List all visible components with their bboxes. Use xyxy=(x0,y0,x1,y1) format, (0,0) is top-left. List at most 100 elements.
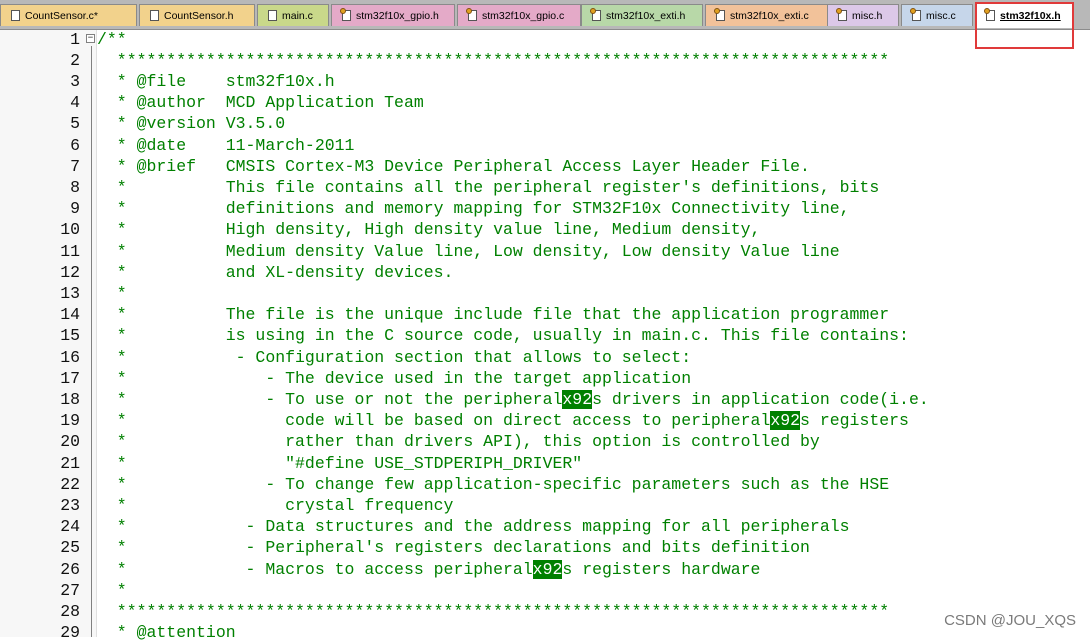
comment-text: * @author MCD Application Team xyxy=(97,93,424,113)
code-line: 5 * @version V3.5.0 xyxy=(0,113,1090,134)
code-line: 24 * - Data structures and the address m… xyxy=(0,516,1090,537)
code-text: * xyxy=(97,580,127,601)
search-match-highlight: x92 xyxy=(770,411,801,431)
tab-countsensor-c[interactable]: CountSensor.c* xyxy=(0,4,137,26)
code-text: /** xyxy=(97,29,127,50)
tab-label: stm32f10x.h xyxy=(1000,9,1061,22)
comment-text: * code will be based on direct access to… xyxy=(97,411,771,431)
code-line: 27 * xyxy=(0,580,1090,601)
file-gear-icon xyxy=(466,8,477,21)
code-text: * - Macros to access peripheralx92s regi… xyxy=(97,559,760,580)
tab-main-c[interactable]: main.c xyxy=(257,4,329,26)
code-text: * - Data structures and the address mapp… xyxy=(97,516,850,537)
file-gear-icon xyxy=(340,8,351,21)
tab-label: stm32f10x_exti.h xyxy=(606,9,686,22)
comment-text: * - Configuration section that allows to… xyxy=(97,347,692,367)
comment-text: * "#define USE_STDPERIPH_DRIVER" xyxy=(97,453,583,473)
code-line: 8 * This file contains all the periphera… xyxy=(0,177,1090,198)
line-number: 19 xyxy=(60,411,80,431)
tab-label: misc.c xyxy=(926,9,956,22)
code-line: 1 /** xyxy=(0,29,1090,50)
code-line: 17 * - The device used in the target app… xyxy=(0,368,1090,389)
code-line: 14 * The file is the unique include file… xyxy=(0,304,1090,325)
file-icon xyxy=(150,10,159,21)
tab-misc-h[interactable]: misc.h xyxy=(827,4,899,26)
line-number: 26 xyxy=(60,559,80,579)
line-number: 17 xyxy=(60,368,80,388)
code-text: * and XL-density devices. xyxy=(97,262,454,283)
line-number: 9 xyxy=(70,199,80,219)
line-number: 29 xyxy=(60,623,80,643)
code-line: 16 * - Configuration section that allows… xyxy=(0,347,1090,368)
code-line: 28 *************************************… xyxy=(0,601,1090,622)
comment-text: * crystal frequency xyxy=(97,495,454,515)
tab-countsensor-h[interactable]: CountSensor.h xyxy=(139,4,255,26)
file-gear-icon xyxy=(836,8,847,21)
line-number: 16 xyxy=(60,347,80,367)
code-line: 25 * - Peripheral's registers declaratio… xyxy=(0,537,1090,558)
code-text: * @author MCD Application Team xyxy=(97,92,424,113)
comment-text: * Medium density Value line, Low density… xyxy=(97,241,840,261)
comment-text: s registers xyxy=(800,411,909,431)
file-gear-icon xyxy=(714,8,725,21)
code-line: 4 * @author MCD Application Team xyxy=(0,92,1090,113)
line-number: 21 xyxy=(60,453,80,473)
tab-stm32f10x-h[interactable]: stm32f10x.h xyxy=(975,2,1074,28)
line-number: 28 xyxy=(60,601,80,621)
comment-text: * xyxy=(97,283,127,303)
line-number: 10 xyxy=(60,220,80,240)
code-line: 9 * definitions and memory mapping for S… xyxy=(0,198,1090,219)
comment-text: * @version V3.5.0 xyxy=(97,114,286,134)
comment-text: * definitions and memory mapping for STM… xyxy=(97,199,850,219)
comment-text: * - Macros to access peripheral xyxy=(97,559,533,579)
code-text: * is using in the C source code, usually… xyxy=(97,325,909,346)
code-text: * Medium density Value line, Low density… xyxy=(97,241,840,262)
code-text: * - The device used in the target applic… xyxy=(97,368,691,389)
file-gear-icon xyxy=(984,8,995,21)
line-number: 24 xyxy=(60,517,80,537)
comment-text: * - To change few application-specific p… xyxy=(97,474,890,494)
line-number: 1 xyxy=(70,29,80,49)
code-line: 12 * and XL-density devices. xyxy=(0,262,1090,283)
comment-text: * and XL-density devices. xyxy=(97,262,454,282)
comment-text: /** xyxy=(97,29,127,49)
comment-text: * @attention xyxy=(97,623,236,643)
code-text: * xyxy=(97,283,127,304)
search-match-highlight: x92 xyxy=(532,559,563,579)
code-text: * crystal frequency xyxy=(97,495,454,516)
code-text: * - Configuration section that allows to… xyxy=(97,347,691,368)
code-line: 23 * crystal frequency xyxy=(0,495,1090,516)
tab-label: stm32f10x_exti.c xyxy=(730,9,809,22)
comment-text: * - Data structures and the address mapp… xyxy=(97,517,850,537)
code-text: ****************************************… xyxy=(97,50,889,71)
line-number: 2 xyxy=(70,50,80,70)
code-text: * This file contains all the peripheral … xyxy=(97,177,879,198)
comment-text: s registers hardware xyxy=(562,559,761,579)
code-text: * @attention xyxy=(97,622,236,643)
tab-stm32f10x-gpio-c[interactable]: stm32f10x_gpio.c xyxy=(457,4,581,26)
search-match-highlight: x92 xyxy=(562,389,593,409)
comment-text: * @date 11-March-2011 xyxy=(97,135,355,155)
line-number: 8 xyxy=(70,177,80,197)
tab-stm32f10x-exti-h[interactable]: stm32f10x_exti.h xyxy=(581,4,703,26)
code-line: 21 * "#define USE_STDPERIPH_DRIVER" xyxy=(0,453,1090,474)
code-text: * @date 11-March-2011 xyxy=(97,135,355,156)
file-gear-icon xyxy=(590,8,601,21)
line-number: 4 xyxy=(70,93,80,113)
tab-label: main.c xyxy=(282,9,313,22)
tab-stm32f10x-gpio-h[interactable]: stm32f10x_gpio.h xyxy=(331,4,455,26)
tab-misc-c[interactable]: misc.c xyxy=(901,4,973,26)
code-line: 19 * code will be based on direct access… xyxy=(0,410,1090,431)
tab-stm32f10x-exti-c[interactable]: stm32f10x_exti.c xyxy=(705,4,829,26)
code-text: * High density, High density value line,… xyxy=(97,219,761,240)
file-icon xyxy=(11,10,20,21)
line-number: 13 xyxy=(60,283,80,303)
comment-text: * rather than drivers API), this option … xyxy=(97,432,820,452)
code-text: * code will be based on direct access to… xyxy=(97,410,909,431)
line-number: 11 xyxy=(60,241,80,261)
code-text: * - To use or not the peripheralx92s dri… xyxy=(97,389,929,410)
editor-tab-bar: CountSensor.c* CountSensor.h main.c stm32f1… xyxy=(0,0,1090,30)
line-number: 3 xyxy=(70,71,80,91)
code-text: * "#define USE_STDPERIPH_DRIVER" xyxy=(97,453,582,474)
code-line: 18 * - To use or not the peripheralx92s … xyxy=(0,389,1090,410)
